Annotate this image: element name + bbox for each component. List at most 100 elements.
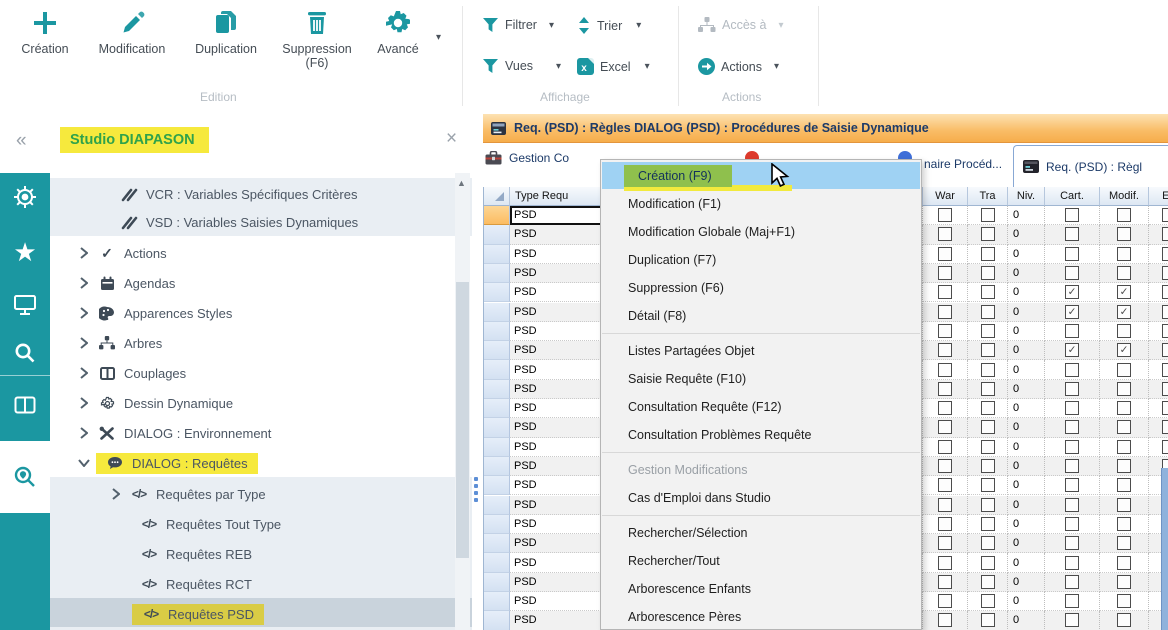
tree-item-requetes-tout-type[interactable]: </> Requêtes Tout Type (50, 509, 472, 539)
chevron-right-icon[interactable] (110, 488, 122, 500)
checkbox[interactable] (1065, 594, 1079, 608)
checkbox[interactable] (1117, 536, 1131, 550)
row-selector[interactable] (484, 496, 510, 515)
avance-caret[interactable]: ▾ (436, 32, 441, 43)
checkbox[interactable] (1117, 556, 1131, 570)
acces-a-button[interactable]: Accès à ▾ (698, 17, 784, 33)
cell-cart[interactable] (1045, 264, 1100, 283)
cell-modif[interactable] (1100, 476, 1149, 495)
cell-war[interactable] (923, 476, 968, 495)
row-selector[interactable] (484, 553, 510, 572)
cell-tra[interactable] (968, 380, 1008, 399)
main-scrollbar-thumb[interactable] (1161, 468, 1168, 630)
checkbox[interactable] (938, 227, 952, 241)
checkbox[interactable]: ✓ (1065, 285, 1079, 299)
cell-niv[interactable]: 0 (1008, 264, 1045, 283)
actions-button[interactable]: Actions ▾ (698, 58, 779, 75)
cell-cart[interactable] (1045, 380, 1100, 399)
checkbox[interactable] (1065, 440, 1079, 454)
checkbox[interactable] (1065, 247, 1079, 261)
row-selector[interactable] (484, 418, 510, 437)
cell-tra[interactable] (968, 283, 1008, 302)
cell-modif[interactable] (1100, 360, 1149, 379)
checkbox[interactable] (1162, 305, 1168, 319)
column-header-modif[interactable]: Modif. (1100, 187, 1149, 206)
cell-war[interactable] (923, 457, 968, 476)
checkbox[interactable] (938, 305, 952, 319)
checkbox[interactable] (938, 575, 952, 589)
checkbox[interactable]: ✓ (1065, 305, 1079, 319)
checkbox[interactable] (1117, 575, 1131, 589)
cell-modif[interactable]: ✓ (1100, 283, 1149, 302)
cell-modif[interactable] (1100, 438, 1149, 457)
checkbox[interactable] (981, 420, 995, 434)
checkbox[interactable] (1162, 247, 1168, 261)
cell-ex[interactable] (1149, 303, 1168, 322)
checkbox[interactable] (1065, 517, 1079, 531)
menu-item-detail[interactable]: Détail (F8) (601, 302, 921, 330)
cell-ex[interactable] (1149, 360, 1168, 379)
actions-caret[interactable]: ▾ (774, 61, 779, 72)
cell-modif[interactable] (1100, 553, 1149, 572)
cell-tra[interactable] (968, 592, 1008, 611)
cell-tra[interactable] (968, 206, 1008, 225)
cell-cart[interactable] (1045, 534, 1100, 553)
checkbox[interactable] (1065, 575, 1079, 589)
checkbox[interactable]: ✓ (1065, 343, 1079, 357)
row-selector[interactable] (484, 515, 510, 534)
cell-niv[interactable]: 0 (1008, 245, 1045, 264)
cell-niv[interactable]: 0 (1008, 534, 1045, 553)
cell-niv[interactable]: 0 (1008, 573, 1045, 592)
row-selector[interactable] (484, 380, 510, 399)
cell-tra[interactable] (968, 438, 1008, 457)
tree-item-dialog-env[interactable]: DIALOG : Environnement (50, 418, 472, 448)
cell-tra[interactable] (968, 418, 1008, 437)
checkbox[interactable] (1162, 420, 1168, 434)
cell-cart[interactable] (1045, 457, 1100, 476)
checkbox[interactable] (1065, 382, 1079, 396)
cell-niv[interactable]: 0 (1008, 399, 1045, 418)
checkbox[interactable] (1117, 247, 1131, 261)
row-selector[interactable] (484, 438, 510, 457)
cell-modif[interactable] (1100, 457, 1149, 476)
excel-button[interactable]: x Excel ▾ (577, 58, 650, 75)
cell-war[interactable] (923, 592, 968, 611)
cell-tra[interactable] (968, 515, 1008, 534)
cell-ex[interactable] (1149, 206, 1168, 225)
cell-tra[interactable] (968, 573, 1008, 592)
cell-cart[interactable] (1045, 553, 1100, 572)
cell-war[interactable] (923, 245, 968, 264)
checkbox[interactable] (981, 401, 995, 415)
checkbox[interactable] (1117, 440, 1131, 454)
cell-modif[interactable] (1100, 399, 1149, 418)
cell-niv[interactable]: 0 (1008, 438, 1045, 457)
tree-item-arbres[interactable]: Arbres (50, 328, 472, 358)
menu-item-rechercher-selection[interactable]: Rechercher/Sélection (601, 519, 921, 547)
cell-war[interactable] (923, 322, 968, 341)
cell-tra[interactable] (968, 399, 1008, 418)
cell-ex[interactable] (1149, 283, 1168, 302)
checkbox[interactable] (1065, 363, 1079, 377)
checkbox[interactable] (1065, 459, 1079, 473)
cell-war[interactable] (923, 399, 968, 418)
menu-item-modification-globale[interactable]: Modification Globale (Maj+F1) (601, 218, 921, 246)
checkbox[interactable] (1162, 401, 1168, 415)
checkbox[interactable] (1117, 266, 1131, 280)
checkbox[interactable] (1065, 420, 1079, 434)
cell-war[interactable] (923, 534, 968, 553)
cell-war[interactable] (923, 515, 968, 534)
avance-button[interactable]: Avancé (366, 8, 430, 56)
cell-niv[interactable]: 0 (1008, 380, 1045, 399)
row-selector[interactable] (484, 245, 510, 264)
checkbox[interactable] (981, 363, 995, 377)
cell-niv[interactable]: 0 (1008, 515, 1045, 534)
checkbox[interactable] (1162, 363, 1168, 377)
tree-scrollbar-thumb[interactable] (456, 282, 469, 558)
column-header-war[interactable]: War (923, 187, 968, 206)
cell-cart[interactable]: ✓ (1045, 341, 1100, 360)
tree-item-requetes-par-type[interactable]: </> Requêtes par Type (50, 479, 472, 509)
chevron-down-icon[interactable] (78, 457, 90, 469)
cell-niv[interactable]: 0 (1008, 496, 1045, 515)
checkbox[interactable] (1162, 382, 1168, 396)
checkbox[interactable] (1117, 613, 1131, 627)
